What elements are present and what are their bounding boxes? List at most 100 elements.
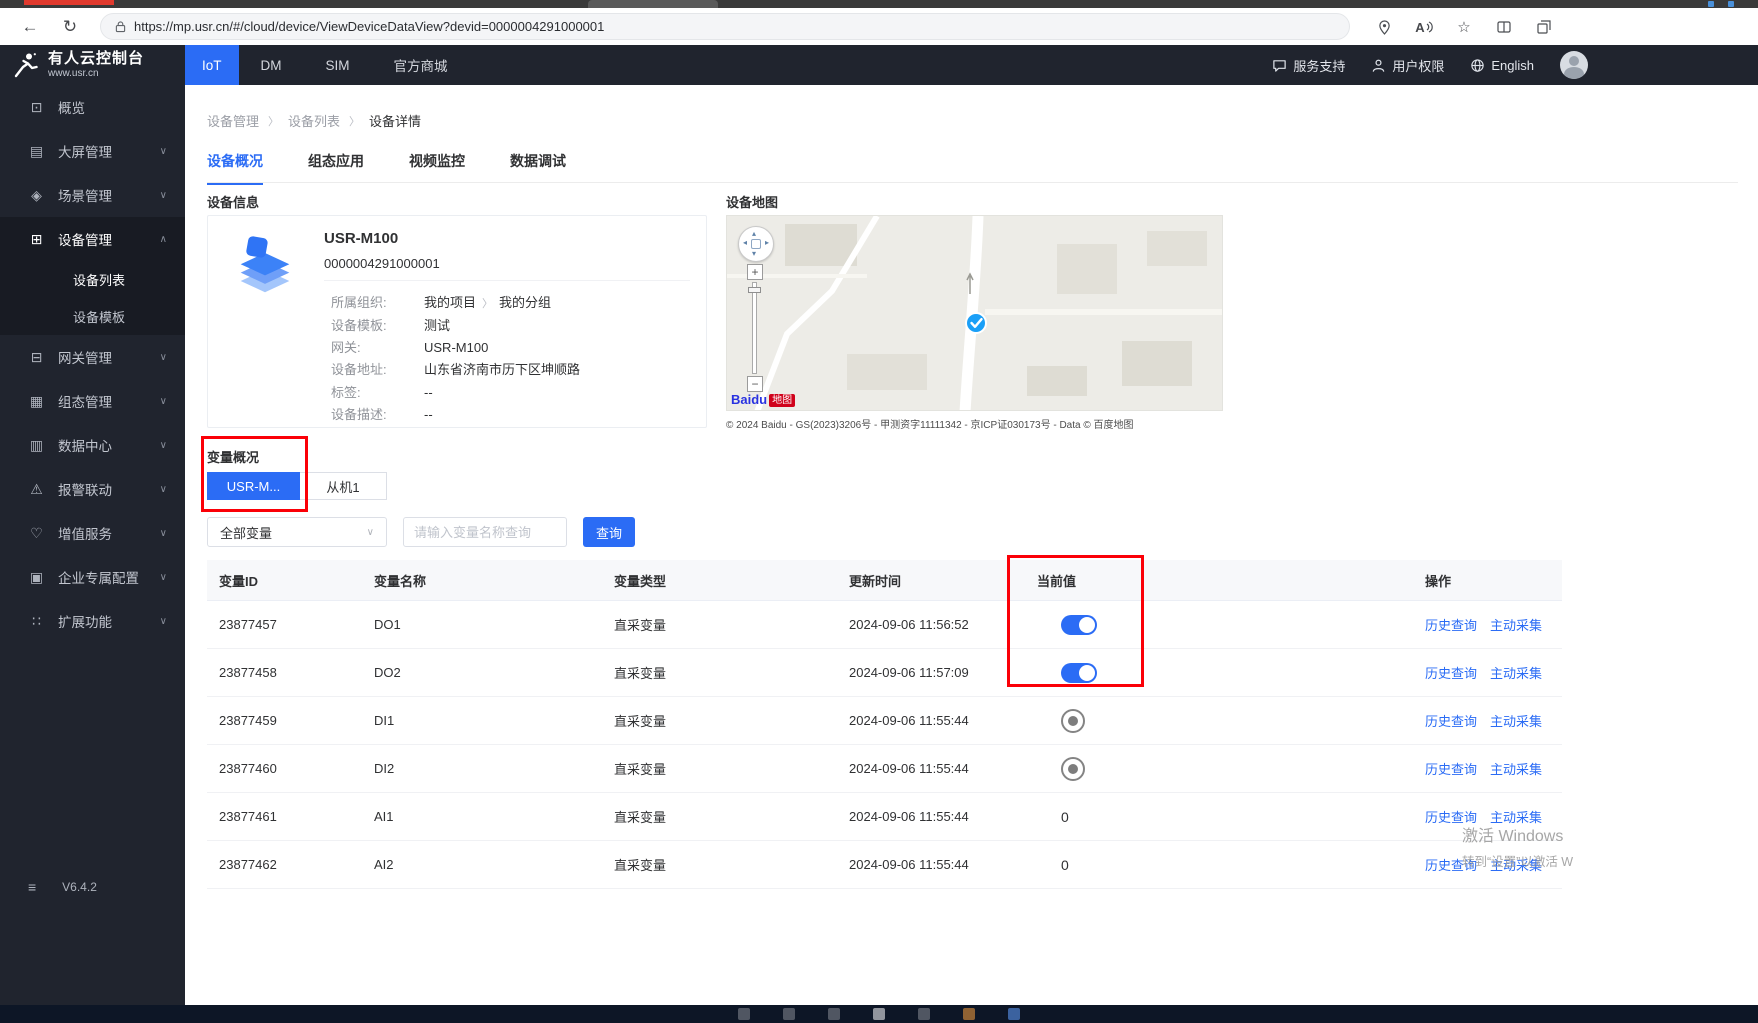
history-query-link[interactable]: 历史查询: [1425, 855, 1477, 874]
usr-person-icon: [14, 53, 38, 78]
top-nav: IoT DM SIM 官方商城: [185, 45, 470, 85]
sidebar-item-scene[interactable]: ◈ 场景管理 ∨: [0, 173, 185, 217]
toggle-switch-on[interactable]: [1061, 662, 1097, 683]
map-zoom-slider[interactable]: [752, 282, 757, 374]
active-collect-link[interactable]: 主动采集: [1490, 663, 1542, 682]
app-header: 有人云控制台 www.usr.cn IoT DM SIM 官方商城 服务支持 用…: [0, 45, 1758, 85]
chevron-down-icon: ∨: [159, 439, 167, 451]
field-gateway: 网关: USR-M100: [331, 340, 489, 355]
current-value-text: 0: [1061, 856, 1069, 873]
variable-search-input[interactable]: [403, 517, 567, 547]
variable-tab-slave1[interactable]: 从机1: [300, 472, 387, 500]
read-aloud-icon[interactable]: A: [1413, 16, 1435, 38]
browser-refresh-button[interactable]: ↻: [56, 13, 84, 41]
favorite-star-icon[interactable]: ☆: [1453, 16, 1475, 38]
tab-scada-app[interactable]: 组态应用: [308, 151, 364, 185]
active-collect-link[interactable]: 主动采集: [1490, 855, 1542, 874]
active-collect-link[interactable]: 主动采集: [1490, 615, 1542, 634]
sidebar-item-enterprise[interactable]: ▣ 企业专属配置 ∨: [0, 555, 185, 599]
taskbar-icon[interactable]: [1008, 1008, 1020, 1020]
baidu-logo: Baidu 地图: [731, 392, 796, 407]
active-collect-link[interactable]: 主动采集: [1490, 711, 1542, 730]
nav-item-iot[interactable]: IoT: [185, 45, 239, 85]
browser-back-button[interactable]: ←: [16, 13, 44, 41]
user-permission-icon: [1373, 59, 1385, 72]
main-content: 设备管理 〉 设备列表 〉 设备详情 设备概况 组态应用 视频监控 数据调试 设…: [185, 85, 1758, 1005]
nav-item-dm[interactable]: DM: [239, 45, 304, 85]
map-pan-control[interactable]: ▴ ▾ ◂ ▸: [738, 226, 774, 262]
variables-table: 变量ID 变量名称 变量类型 更新时间 当前值 操作 23877457 DO1 …: [207, 560, 1562, 889]
windows-taskbar[interactable]: [0, 1005, 1758, 1023]
map-zoom-handle[interactable]: [748, 287, 761, 293]
breadcrumb-device-management[interactable]: 设备管理: [207, 111, 259, 130]
version-label: V6.4.2: [62, 880, 97, 894]
table-row: 23877458 DO2 直采变量 2024-09-06 11:57:09 历史…: [207, 649, 1562, 697]
sidebar-item-value-added[interactable]: ♡ 增值服务 ∨: [0, 511, 185, 555]
variable-tab-usr-m[interactable]: USR-M...: [207, 472, 300, 500]
tab-video-monitor[interactable]: 视频监控: [409, 151, 465, 185]
history-query-link[interactable]: 历史查询: [1425, 663, 1477, 682]
org-separator: 〉: [482, 298, 494, 310]
tab-data-debug[interactable]: 数据调试: [510, 151, 566, 185]
app-logo[interactable]: 有人云控制台 www.usr.cn: [0, 45, 185, 85]
split-screen-icon[interactable]: [1493, 16, 1515, 38]
history-query-link[interactable]: 历史查询: [1425, 711, 1477, 730]
chevron-down-icon: ∨: [159, 395, 167, 407]
sidebar-item-scada[interactable]: ▦ 组态管理 ∨: [0, 379, 185, 423]
sidebar-item-device-template[interactable]: 设备模板: [0, 298, 185, 335]
chevron-down-icon: ∨: [159, 483, 167, 495]
logo-subtitle: www.usr.cn: [48, 67, 99, 79]
taskbar-icon[interactable]: [783, 1008, 795, 1020]
active-collect-link[interactable]: 主动采集: [1490, 807, 1542, 826]
device-icon: ⊞: [30, 230, 43, 247]
overview-icon: ⊡: [30, 98, 43, 115]
breadcrumb-device-list[interactable]: 设备列表: [288, 111, 340, 130]
map-zoom-in-button[interactable]: +: [747, 264, 763, 280]
history-query-link[interactable]: 历史查询: [1425, 615, 1477, 634]
column-header-current-value: 当前值: [1037, 573, 1077, 589]
sidebar-item-device-list[interactable]: 设备列表: [0, 261, 185, 298]
sidebar-item-device-management[interactable]: ⊞ 设备管理 ∧: [0, 217, 185, 261]
toggle-switch-on[interactable]: [1061, 614, 1097, 635]
support-menu[interactable]: 服务支持: [1272, 56, 1345, 75]
language-menu[interactable]: English: [1470, 58, 1534, 73]
nav-item-sim[interactable]: SIM: [304, 45, 372, 85]
taskbar-icon[interactable]: [873, 1008, 885, 1020]
nav-item-mall[interactable]: 官方商城: [372, 45, 470, 85]
taskbar-icon[interactable]: [963, 1008, 975, 1020]
field-tag: 标签: --: [331, 385, 433, 400]
sidebar-item-alarm[interactable]: ⚠ 报警联动 ∨: [0, 467, 185, 511]
history-query-link[interactable]: 历史查询: [1425, 807, 1477, 826]
collections-icon[interactable]: [1533, 16, 1555, 38]
sidebar-item-extended[interactable]: ∷ 扩展功能 ∨: [0, 599, 185, 643]
url-text: https://mp.usr.cn/#/cloud/device/ViewDev…: [134, 19, 605, 34]
permission-menu[interactable]: 用户权限: [1371, 56, 1444, 75]
history-query-link[interactable]: 历史查询: [1425, 759, 1477, 778]
taskbar-icon[interactable]: [918, 1008, 930, 1020]
device-map[interactable]: ▴ ▾ ◂ ▸ + − Baidu 地图: [726, 215, 1223, 411]
big-screen-icon: ▤: [29, 142, 44, 159]
sidebar-item-overview[interactable]: ⊡ 概览: [0, 85, 185, 129]
browser-tab[interactable]: [588, 0, 718, 8]
sidebar-item-big-screen[interactable]: ▤ 大屏管理 ∨: [0, 129, 185, 173]
table-row: 23877461 AI1 直采变量 2024-09-06 11:55:44 0 …: [207, 793, 1562, 841]
tab-strip-icon: [1708, 1, 1714, 7]
taskbar-icon[interactable]: [828, 1008, 840, 1020]
taskbar-icon[interactable]: [738, 1008, 750, 1020]
user-avatar[interactable]: [1560, 51, 1588, 79]
tab-device-overview[interactable]: 设备概况: [207, 151, 263, 185]
sidebar-collapse-icon[interactable]: ≡: [28, 879, 36, 895]
sidebar-item-data-center[interactable]: ▥ 数据中心 ∨: [0, 423, 185, 467]
map-zoom-out-button[interactable]: −: [747, 376, 763, 392]
active-collect-link[interactable]: 主动采集: [1490, 759, 1542, 778]
location-icon[interactable]: [1373, 16, 1395, 38]
variable-type-select[interactable]: 全部变量 ∨: [207, 517, 387, 547]
address-bar[interactable]: https://mp.usr.cn/#/cloud/device/ViewDev…: [100, 13, 1350, 40]
browser-toolbar: ← ↻ https://mp.usr.cn/#/cloud/device/Vie…: [0, 8, 1758, 46]
chevron-down-icon: ∨: [366, 526, 374, 538]
status-indicator: [1061, 708, 1085, 733]
query-button[interactable]: 查询: [583, 517, 635, 547]
sidebar-item-gateway[interactable]: ⊟ 网关管理 ∨: [0, 335, 185, 379]
chevron-down-icon: ∨: [159, 571, 167, 583]
chevron-down-icon: ∨: [159, 145, 167, 157]
